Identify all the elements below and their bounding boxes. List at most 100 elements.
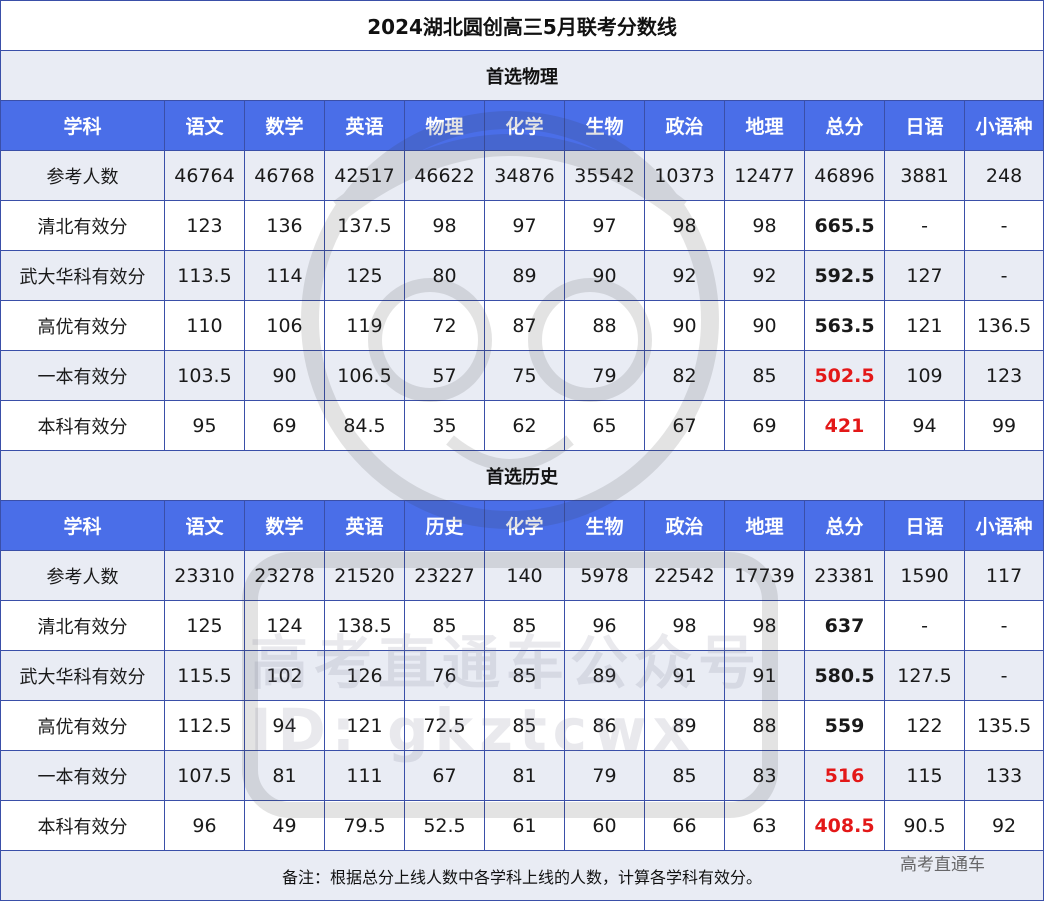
table-cell: 69	[244, 400, 325, 451]
table-cell: -	[884, 200, 965, 251]
column-header: 小语种	[963, 500, 1044, 551]
table-cell: 90	[724, 300, 805, 351]
table-cell: 95	[164, 400, 245, 451]
column-header: 学科	[0, 500, 165, 551]
column-header: 语文	[164, 500, 245, 551]
total-score-cell: 592.5	[804, 250, 885, 301]
table-cell: 248	[963, 150, 1044, 201]
table-cell: 35542	[564, 150, 645, 201]
table-cell: 88	[724, 700, 805, 751]
table-cell: 62	[484, 400, 565, 451]
table-cell: 99	[963, 400, 1044, 451]
row-label: 本科有效分	[0, 400, 165, 451]
column-header: 语文	[164, 100, 245, 151]
table-cell: 90.5	[884, 800, 965, 851]
table-cell: 92	[644, 250, 725, 301]
table-cell: 106.5	[324, 350, 405, 401]
column-header: 化学	[484, 100, 565, 151]
table-cell: 98	[724, 200, 805, 251]
column-header: 英语	[324, 100, 405, 151]
table-cell: -	[963, 600, 1044, 651]
row-label: 本科有效分	[0, 800, 165, 851]
column-header: 政治	[644, 100, 725, 151]
table-cell: 113.5	[164, 250, 245, 301]
table-cell: 114	[244, 250, 325, 301]
table-cell: 35	[404, 400, 485, 451]
table-cell: 126	[324, 650, 405, 701]
table-cell: 92	[963, 800, 1044, 851]
table-cell: 79	[564, 350, 645, 401]
table-cell: 106	[244, 300, 325, 351]
page-title: 2024湖北圆创高三5月联考分数线	[0, 0, 1044, 51]
table-cell: 67	[404, 750, 485, 801]
table-cell: 80	[404, 250, 485, 301]
table-cell: 85	[404, 600, 485, 651]
total-score-cell: 23381	[804, 550, 885, 601]
table-cell: 89	[484, 250, 565, 301]
table-cell: 66	[644, 800, 725, 851]
table-cell: 98	[644, 200, 725, 251]
table-cell: 121	[324, 700, 405, 751]
table-cell: 86	[564, 700, 645, 751]
table-cell: 98	[644, 600, 725, 651]
column-header: 生物	[564, 100, 645, 151]
table-cell: 67	[644, 400, 725, 451]
table-cell: 125	[324, 250, 405, 301]
column-header: 学科	[0, 100, 165, 151]
table-row: 参考人数 23310 23278 21520 23227 140 5978 22542 1773…	[0, 550, 1044, 601]
table-cell: 115	[884, 750, 965, 801]
table-cell: 87	[484, 300, 565, 351]
table-cell: 79.5	[324, 800, 405, 851]
table-cell: 136	[244, 200, 325, 251]
table-cell: 69	[724, 400, 805, 451]
table-cell: 127	[884, 250, 965, 301]
table-cell: 91	[644, 650, 725, 701]
table-cell: 97	[484, 200, 565, 251]
table-cell: 52.5	[404, 800, 485, 851]
table-cell: 109	[884, 350, 965, 401]
table-cell: 136.5	[963, 300, 1044, 351]
column-header: 日语	[884, 100, 965, 151]
table-cell: 110	[164, 300, 245, 351]
table-cell: 97	[564, 200, 645, 251]
table-row: 本科有效分 95 69 84.5 35 62 65 67 69 421 94 99	[0, 400, 1044, 451]
table-cell: 5978	[564, 550, 645, 601]
table-cell: 1590	[884, 550, 965, 601]
column-header: 总分	[804, 500, 885, 551]
total-score-cell: 559	[804, 700, 885, 751]
table-cell: 88	[564, 300, 645, 351]
table-cell: 65	[564, 400, 645, 451]
row-label: 武大华科有效分	[0, 250, 165, 301]
table-row: 一本有效分 107.5 81 111 67 81 79 85 83 516 115 133	[0, 750, 1044, 801]
table-cell: 12477	[724, 150, 805, 201]
table-cell: 76	[404, 650, 485, 701]
column-header: 数学	[244, 100, 325, 151]
table-cell: 42517	[324, 150, 405, 201]
table-cell: 137.5	[324, 200, 405, 251]
table-cell: 115.5	[164, 650, 245, 701]
table-cell: 85	[644, 750, 725, 801]
column-header: 日语	[884, 500, 965, 551]
total-score-cell: 637	[804, 600, 885, 651]
column-header: 地理	[724, 100, 805, 151]
column-header: 地理	[724, 500, 805, 551]
row-label: 清北有效分	[0, 200, 165, 251]
total-score-cell: 516	[804, 750, 885, 801]
table-cell: -	[963, 200, 1044, 251]
table-cell: 84.5	[324, 400, 405, 451]
table-cell: 90	[564, 250, 645, 301]
table-cell: 103.5	[164, 350, 245, 401]
footnote: 备注：根据总分上线人数中各学科上线的人数，计算各学科有效分。	[0, 850, 1044, 901]
column-header: 化学	[484, 500, 565, 551]
table-cell: 79	[564, 750, 645, 801]
score-line-sheet: 2024湖北圆创高三5月联考分数线 首选物理 学科 语文 数学 英语 物理 化学 生物 政治 地理…	[0, 0, 1044, 901]
table-cell: 46622	[404, 150, 485, 201]
table-row: 清北有效分 125 124 138.5 85 85 96 98 98 637- -	[0, 600, 1044, 651]
row-label: 高优有效分	[0, 300, 165, 351]
table-row: 高优有效分 112.5 94 121 72.5 85 86 89 88 559 122 135.5	[0, 700, 1044, 751]
column-header: 历史	[404, 500, 485, 551]
table-cell: 22542	[644, 550, 725, 601]
table-cell: 85	[484, 650, 565, 701]
row-label: 高优有效分	[0, 700, 165, 751]
table-cell: 21520	[324, 550, 405, 601]
